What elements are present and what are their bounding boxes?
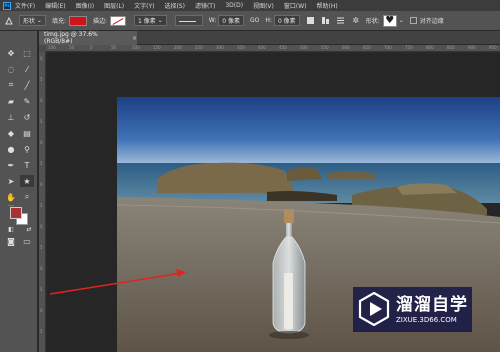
foreground-color-swatch[interactable] — [10, 207, 22, 219]
watermark-subtitle: ZIXUE.3D66.COM — [396, 316, 457, 324]
watermark-play-logo-icon — [358, 292, 390, 326]
watermark-title: 溜溜自学 — [396, 295, 468, 315]
